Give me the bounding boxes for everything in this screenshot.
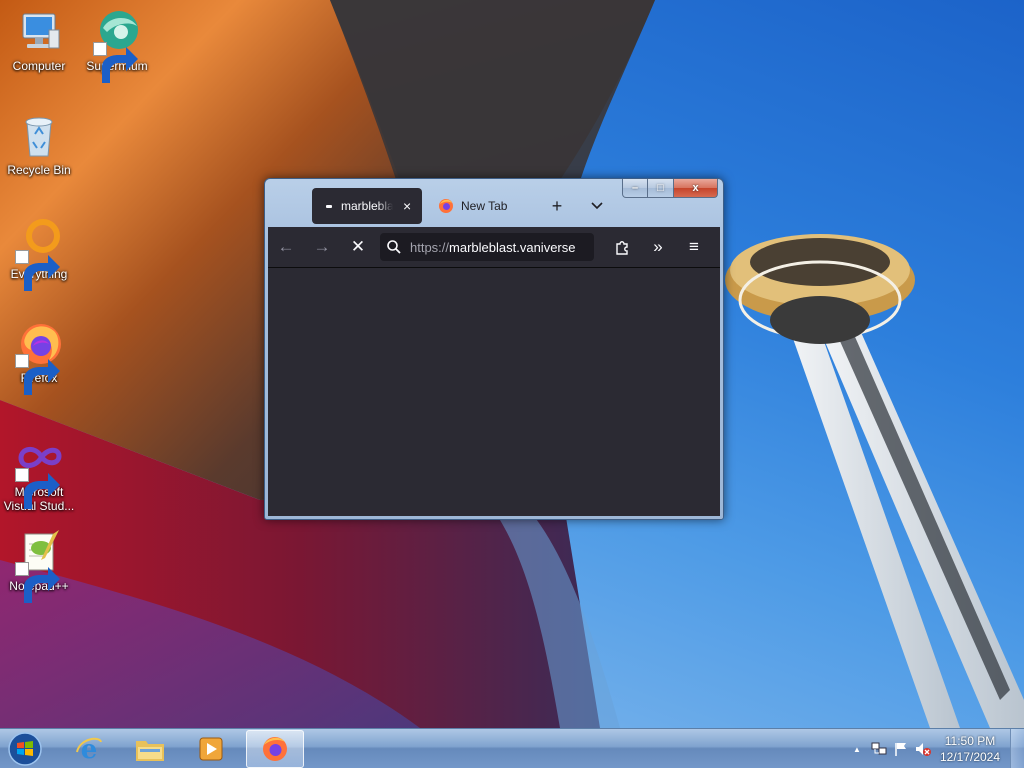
desktop-icon-supermium[interactable]: Supermium	[78, 8, 156, 83]
internet-explorer-icon: e	[76, 735, 102, 764]
shortcut-arrow-icon	[15, 250, 60, 291]
back-button[interactable]: ←	[268, 231, 304, 263]
list-all-tabs-button[interactable]	[582, 188, 612, 224]
url-text: https://marbleblast.vaniverse	[410, 240, 575, 255]
shortcut-arrow-icon	[93, 42, 138, 83]
app-menu-button[interactable]: ≡	[676, 231, 712, 263]
loading-favicon-icon	[326, 204, 332, 208]
action-center-flag-icon[interactable]	[890, 738, 912, 760]
notepadpp-icon	[15, 528, 63, 603]
shortcut-arrow-icon	[15, 562, 60, 603]
tab-strip: marbleblast.vaniverse × New Tab +	[268, 186, 720, 224]
taskbar-media-player[interactable]	[182, 730, 240, 768]
clock-time: 11:50 PM	[944, 734, 996, 748]
folder-icon	[136, 741, 164, 761]
everything-icon	[15, 216, 63, 291]
tab-title: New Tab	[461, 199, 508, 213]
stop-icon: ✕	[350, 237, 366, 256]
hamburger-menu-icon: ≡	[689, 237, 699, 256]
desktop-icon-computer[interactable]: Computer	[0, 8, 78, 73]
chevron-down-icon	[591, 202, 603, 210]
tab-title: marbleblast.vaniverse	[341, 199, 393, 213]
tab-close-button[interactable]: ×	[403, 198, 411, 214]
show-hidden-icons-button[interactable]: ▲	[846, 738, 868, 760]
show-desktop-button[interactable]	[1010, 729, 1024, 768]
recycle-bin-icon	[15, 112, 63, 160]
back-arrow-icon: ←	[277, 237, 295, 256]
clock-date: 12/17/2024	[939, 750, 1001, 764]
computer-icon	[15, 8, 63, 56]
stop-loading-button[interactable]: ✕	[340, 231, 376, 263]
double-chevron-icon: »	[653, 237, 663, 256]
shortcut-arrow-icon	[15, 468, 60, 509]
media-player-icon	[199, 737, 223, 761]
triangle-up-icon: ▲	[853, 744, 861, 754]
forward-arrow-icon: →	[313, 237, 331, 256]
volume-muted-icon[interactable]	[912, 738, 934, 760]
tab-marbleblast[interactable]: marbleblast.vaniverse ×	[312, 188, 422, 224]
search-icon	[387, 240, 401, 254]
forward-button[interactable]: →	[304, 231, 340, 263]
desktop-icon-recycle-bin[interactable]: Recycle Bin	[0, 112, 78, 177]
page-content-area[interactable]	[268, 267, 720, 516]
network-icon[interactable]	[868, 738, 890, 760]
windows-orb-icon	[8, 732, 42, 766]
plus-icon: +	[551, 195, 563, 216]
desktop-icon-label: Computer	[12, 59, 66, 73]
desktop-icon-notepadpp[interactable]: Notepad++	[0, 528, 78, 603]
shortcut-arrow-icon	[15, 354, 60, 395]
puzzle-piece-icon	[616, 241, 628, 255]
taskbar-file-explorer[interactable]	[121, 730, 179, 768]
extensions-button[interactable]	[604, 231, 640, 263]
taskbar-firefox[interactable]	[246, 730, 304, 768]
firefox-window[interactable]: – □ x marbleblast.vaniverse × New Tab + …	[264, 178, 724, 520]
address-bar[interactable]: https://marbleblast.vaniverse	[380, 233, 594, 261]
firefox-favicon-icon	[439, 199, 453, 213]
more-tools-button[interactable]: »	[640, 231, 676, 263]
start-button[interactable]	[5, 730, 45, 768]
supermium-icon	[93, 8, 141, 83]
space-needle	[725, 234, 1024, 728]
firefox-icon	[15, 320, 63, 395]
taskbar: e ▲ 11:50 PM 12/17/2024	[0, 728, 1024, 768]
firefox-icon	[263, 737, 287, 761]
taskbar-clock[interactable]: 11:50 PM 12/17/2024	[934, 733, 1006, 765]
taskbar-internet-explorer[interactable]: e	[60, 730, 118, 768]
desktop-icon-firefox[interactable]: Firefox	[0, 320, 78, 395]
navigation-toolbar: ← → ✕ https://marbleblast.vaniverse » ≡	[268, 227, 720, 267]
url-host: marbleblast.vaniverse	[449, 239, 576, 255]
desktop-icon-everything[interactable]: Everything	[0, 216, 78, 291]
visual-studio-icon	[15, 434, 63, 509]
system-tray: ▲ 11:50 PM 12/17/2024	[846, 729, 1024, 768]
desktop-icon-visual-studio[interactable]: Microsoft Visual Stud...	[0, 434, 78, 513]
tab-new-tab[interactable]: New Tab	[430, 188, 530, 224]
desktop-icon-label: Recycle Bin	[7, 163, 71, 177]
url-scheme: https://	[410, 239, 450, 255]
new-tab-button[interactable]: +	[542, 188, 572, 224]
